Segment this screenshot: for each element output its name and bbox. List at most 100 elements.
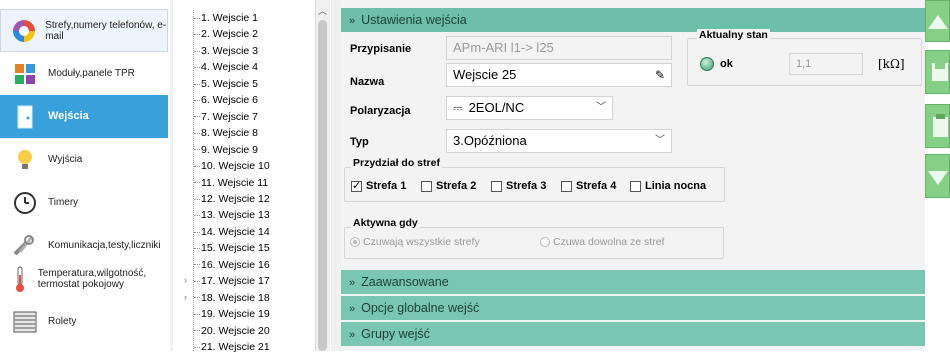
tree-item[interactable]: 7. Wejscie 7: [194, 110, 258, 124]
tree-item[interactable]: 21. Wejscie 21: [194, 340, 270, 354]
tree-branch: [194, 17, 200, 19]
polarization-select[interactable]: ⎓ 2EOL/NC ﹀: [446, 96, 613, 120]
field-label-type: Typ: [350, 136, 369, 148]
sidebar-item-label: Timery: [48, 197, 79, 208]
zone-checkbox-2[interactable]: Strefa 2: [421, 180, 476, 192]
tree-branch: [194, 346, 200, 348]
tree-item[interactable]: 9. Wejscie 9: [194, 143, 258, 157]
tree-branch: [194, 264, 200, 266]
tree-branch: [194, 99, 200, 101]
tree-expand-icon[interactable]: ›: [184, 275, 187, 285]
section-header-settings[interactable]: » Ustawienia wejścia: [341, 8, 925, 32]
tree-item[interactable]: 12. Wejscie 12: [194, 192, 270, 206]
zone-label: Strefa 2: [436, 180, 477, 192]
zone-checkbox-3[interactable]: Strefa 3: [491, 180, 546, 192]
radio-label: Czuwa dowolna ze stref: [553, 236, 665, 248]
tree-item[interactable]: 10. Wejscie 10: [194, 159, 270, 173]
tree-item[interactable]: 8. Wejscie 8: [194, 126, 258, 140]
switch-icon: ⎓: [453, 101, 463, 115]
sidebar-item-modules[interactable]: Moduły,panele TPR: [0, 52, 168, 95]
section-header-global[interactable]: » Opcje globalne wejść: [341, 296, 925, 320]
radio-button: [540, 237, 550, 248]
edit-icon[interactable]: ✎: [655, 64, 665, 86]
name-field[interactable]: Wejscie 25 ✎: [446, 63, 672, 87]
lightbulb-icon: [10, 145, 40, 175]
tree-branch: [194, 149, 200, 151]
tree-item[interactable]: 1. Wejscie 1: [194, 11, 258, 25]
tree-item[interactable]: 20. Wejscie 20: [194, 324, 270, 338]
sidebar: Strefy,numery telefonów, e-mail Moduły,p…: [0, 0, 170, 351]
zones-title: Przydział do stref: [351, 157, 442, 169]
tree-item[interactable]: 6. Wejscie 6: [194, 93, 258, 107]
chevron-down-icon: »: [349, 15, 356, 27]
tree-item-label: 1. Wejscie 1: [201, 12, 258, 24]
tree-item-label: 19. Wejscie 19: [201, 308, 270, 321]
scroll-up-icon[interactable]: ︿: [318, 4, 327, 17]
chevron-right-icon: »: [349, 277, 356, 289]
chevron-right-icon: »: [349, 303, 356, 315]
tree-item[interactable]: 17. Wejscie 17: [194, 274, 270, 288]
blinds-icon: [10, 307, 40, 337]
sidebar-item-inputs[interactable]: Wejścia: [0, 95, 168, 138]
tree-branch: [194, 165, 200, 167]
status-text: ok: [720, 58, 733, 70]
tree-item[interactable]: 15. Wejscie 15: [194, 241, 270, 255]
zone-checkbox-4[interactable]: Strefa 4: [561, 180, 616, 192]
tree-item[interactable]: 4. Wejscie 4: [194, 60, 258, 74]
section-title: Grupy wejść: [361, 327, 430, 341]
tree-item[interactable]: 3. Wejscie 3: [194, 44, 258, 58]
tree-branch: [194, 297, 200, 299]
zone-checkbox-5[interactable]: Linia nocna: [630, 180, 706, 192]
chevron-right-icon: »: [349, 329, 356, 341]
tree-expand-icon[interactable]: ›: [184, 292, 187, 302]
clock-icon: [10, 188, 40, 218]
type-select[interactable]: 3.Opóźniona ﹀: [446, 129, 672, 153]
door-icon: [10, 102, 40, 132]
sidebar-item-timers[interactable]: Timery: [0, 181, 168, 224]
zone-checkbox-1[interactable]: Strefa 1: [351, 179, 406, 192]
sidebar-item-zones[interactable]: Strefy,numery telefonów, e-mail: [0, 9, 168, 52]
section-header-groups[interactable]: » Grupy wejść: [341, 322, 925, 346]
tree-item-label: 9. Wejscie 9: [201, 143, 258, 156]
tree-item[interactable]: 14. Wejscie 14: [194, 225, 270, 239]
rail-clipboard-button[interactable]: [925, 104, 950, 148]
tree-item[interactable]: 11. Wejscie 11: [194, 176, 268, 190]
field-label-name: Nazwa: [350, 76, 385, 88]
sidebar-item-temperature[interactable]: Temperatura,wilgotność, termostat pokojo…: [0, 257, 168, 301]
tree-item[interactable]: 2. Wejscie 2: [194, 27, 258, 41]
name-value: Wejscie 25: [453, 67, 517, 82]
tree-item-label: 20. Wejscie 20: [201, 324, 270, 337]
radio-any-zone[interactable]: Czuwa dowolna ze stref: [540, 236, 664, 248]
radio-all-zones[interactable]: Czuwają wszystkie strefy: [350, 236, 480, 248]
sidebar-item-outputs[interactable]: Wyjścia: [0, 138, 168, 181]
radio-label: Czuwają wszystkie strefy: [363, 236, 480, 248]
tree-item[interactable]: 18. Wejscie 18: [194, 291, 270, 305]
tree-item[interactable]: 16. Wejscie 16: [194, 258, 270, 272]
tree-item-label: 2. Wejscie 2: [201, 28, 258, 41]
tree-item-label: 5. Wejscie 5: [201, 77, 258, 90]
scroll-thumb[interactable]: [318, 20, 327, 351]
tree-scrollbar[interactable]: ︿: [315, 0, 330, 351]
tree-item[interactable]: 13. Wejscie 13: [194, 208, 270, 222]
field-label-polarization: Polaryzacja: [350, 105, 411, 117]
zone-label: Strefa 4: [576, 180, 617, 192]
tree-branch: [194, 34, 200, 36]
sidebar-item-label: Temperatura,wilgotność, termostat pokojo…: [37, 268, 147, 290]
tree-item-label: 7. Wejscie 7: [201, 110, 258, 123]
rail-save-button[interactable]: [925, 50, 950, 94]
arrow-down-icon: [928, 171, 948, 185]
tree-item[interactable]: 5. Wejscie 5: [194, 77, 258, 91]
tree-item[interactable]: 19. Wejscie 19: [194, 307, 270, 321]
rail-up-button[interactable]: [925, 0, 950, 42]
chevron-down-icon: ﹀: [596, 102, 606, 113]
tree-item-label: 8. Wejscie 8: [201, 127, 258, 140]
type-value: 3.Opóźniona: [453, 133, 527, 148]
section-header-advanced[interactable]: » Zaawansowane: [341, 270, 925, 294]
sidebar-item-label: Rolety: [48, 316, 77, 327]
tree-branch: [194, 215, 200, 217]
chevron-down-icon: ﹀: [655, 135, 665, 146]
panel-divider: [331, 0, 341, 351]
tree-branch: [194, 67, 200, 69]
sidebar-item-blinds[interactable]: Rolety: [0, 300, 168, 343]
rail-down-button[interactable]: [925, 154, 950, 198]
